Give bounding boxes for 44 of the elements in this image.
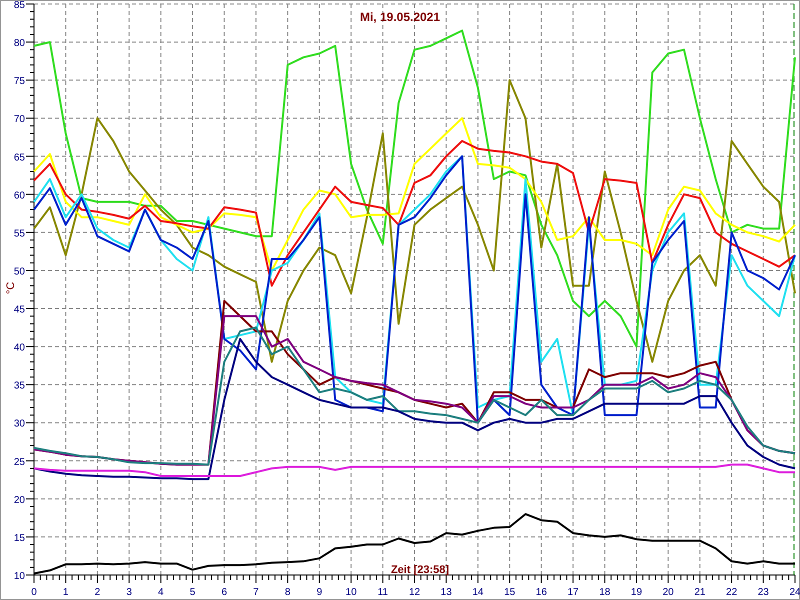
- tick-label: 30: [14, 418, 25, 430]
- tick-label: 0: [31, 587, 37, 598]
- tick-label: 70: [14, 114, 25, 126]
- tick-label: 9: [316, 587, 322, 598]
- tick-label: 17: [567, 587, 579, 598]
- tick-label: 7: [253, 587, 259, 598]
- tick-label: 15: [504, 587, 516, 598]
- tick-label: 40: [14, 342, 25, 354]
- tick-label: 15: [14, 532, 25, 544]
- chart-title: Mi, 19.05.2021: [360, 10, 440, 24]
- tick-label: 45: [14, 304, 25, 316]
- tick-label: 6: [221, 587, 228, 598]
- tick-label: 10: [14, 571, 25, 582]
- tick-label: 18: [599, 587, 610, 598]
- tick-label: 12: [408, 587, 420, 598]
- tick-label: 20: [662, 587, 674, 598]
- tick-label: 16: [536, 587, 547, 598]
- tick-label: 21: [694, 587, 706, 598]
- axis-label: °C: [5, 282, 17, 294]
- tick-label: 25: [14, 456, 25, 468]
- tick-label: 14: [472, 587, 484, 598]
- tick-label: 1: [62, 587, 68, 598]
- tick-label: 2: [94, 587, 100, 598]
- tick-label: 19: [630, 587, 642, 598]
- tick-label: 3: [126, 587, 132, 598]
- tick-label: 75: [14, 76, 25, 88]
- tick-label: 11: [378, 587, 388, 598]
- tick-label: 55: [14, 228, 25, 240]
- tick-label: 22: [726, 587, 738, 598]
- tick-label: 13: [440, 587, 452, 598]
- tick-label: 65: [14, 152, 25, 164]
- tick-label: 4: [158, 587, 164, 598]
- tick-label: 5: [190, 587, 196, 598]
- tick-label: 23: [758, 587, 769, 598]
- tick-label: 8: [284, 587, 290, 598]
- axis-label: Zeit [23:58]: [390, 564, 450, 576]
- tick-label: 24: [789, 587, 800, 598]
- tick-label: 60: [14, 190, 25, 202]
- tick-label: 80: [14, 38, 25, 50]
- tick-label: 50: [14, 266, 25, 278]
- tick-label: 85: [14, 0, 25, 11]
- tick-label: 35: [14, 380, 25, 392]
- tick-label: 10: [346, 587, 357, 598]
- tick-label: 20: [14, 494, 25, 506]
